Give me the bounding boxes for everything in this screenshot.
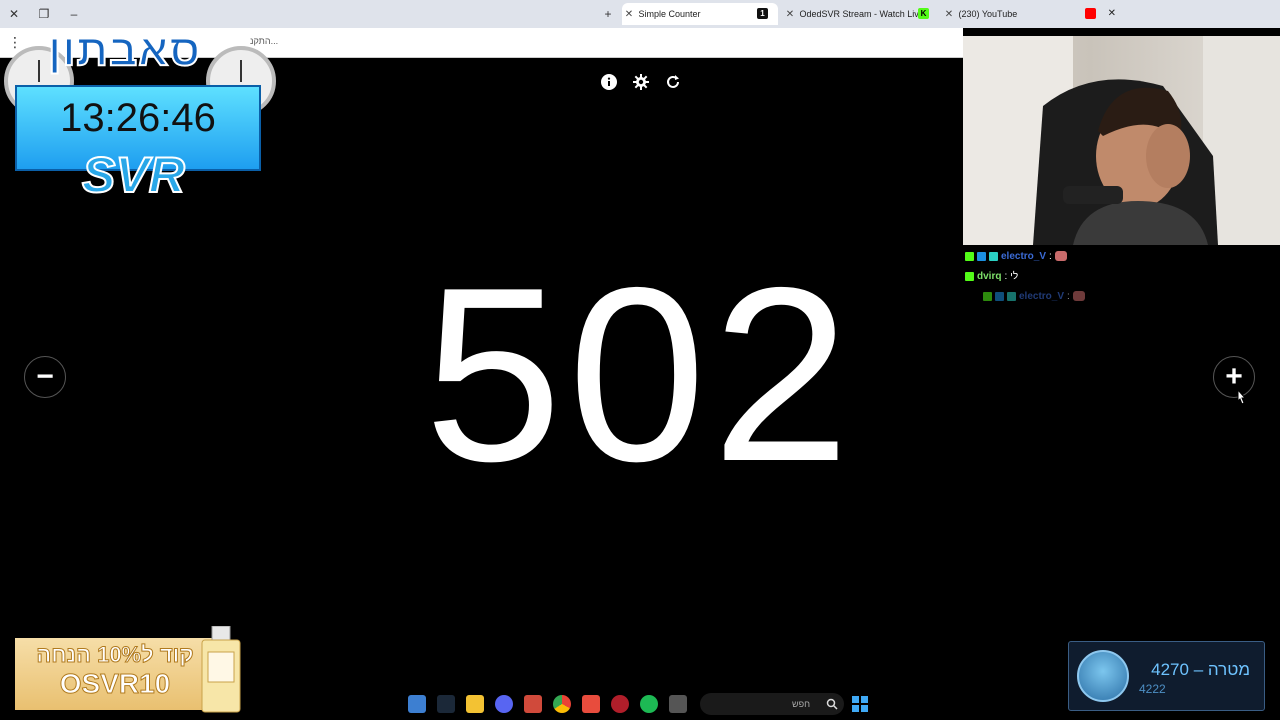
counter-value: 502 bbox=[424, 235, 856, 513]
close-tab-icon[interactable]: ✕ bbox=[1108, 3, 1116, 25]
windows-start-icon[interactable] bbox=[852, 696, 868, 717]
subathon-logo: סאבתון bbox=[47, 25, 202, 76]
minimize-window-icon[interactable]: – bbox=[66, 6, 82, 22]
close-tab-icon[interactable]: ✕ bbox=[783, 4, 797, 25]
app-icon[interactable] bbox=[524, 695, 542, 713]
promo-code: OSVR10 bbox=[59, 668, 171, 700]
obs-app-icon[interactable] bbox=[582, 695, 600, 713]
goal-current: 4222 bbox=[1139, 682, 1166, 696]
tab-simple-counter[interactable]: ✕ Simple Counter 1 bbox=[622, 3, 778, 25]
photos-app-icon[interactable] bbox=[408, 695, 426, 713]
info-icon[interactable] bbox=[600, 73, 618, 91]
new-tab-button[interactable]: + bbox=[600, 6, 616, 22]
taskbar bbox=[408, 692, 687, 716]
subathon-timer: 13:26:46 bbox=[60, 96, 216, 140]
webcam-feed bbox=[963, 36, 1280, 245]
kick-badge-icon bbox=[965, 271, 974, 281]
close-tab-icon[interactable]: ✕ bbox=[622, 4, 636, 25]
perfume-bottle-icon bbox=[198, 625, 244, 714]
chat-separator: : bbox=[1067, 290, 1070, 302]
restore-window-icon[interactable]: ❐ bbox=[36, 6, 52, 22]
promo-discount-text: קוד ל10% הנחה bbox=[36, 642, 194, 668]
install-hint[interactable]: התקנ... bbox=[250, 36, 278, 46]
minus-icon: − bbox=[36, 360, 54, 393]
emote-icon bbox=[1054, 251, 1067, 261]
mouse-cursor-icon bbox=[1235, 388, 1247, 411]
kick-favicon-icon: K bbox=[918, 8, 929, 19]
search-icon bbox=[826, 697, 838, 715]
tab-youtube[interactable]: ✕ (230) YouTube ✕ bbox=[942, 3, 1122, 25]
chat-separator: : bbox=[1004, 270, 1008, 282]
kick-badge-icon bbox=[965, 251, 974, 261]
tab-title: (230) YouTube bbox=[958, 9, 1018, 19]
chat-message: electro_V : bbox=[965, 246, 1265, 266]
chat-username[interactable]: dvirq bbox=[977, 271, 1001, 282]
avatar bbox=[1077, 650, 1129, 702]
chat-username[interactable]: electro_V bbox=[1019, 291, 1064, 302]
chat-panel: electro_V : dvirq : לי electro_V : bbox=[965, 246, 1265, 306]
svr-brand: SVR bbox=[81, 146, 186, 204]
emote-icon bbox=[1072, 291, 1085, 301]
chat-separator: : bbox=[1049, 250, 1052, 262]
kick-badge-icon bbox=[983, 291, 992, 301]
steam-app-icon[interactable] bbox=[437, 695, 455, 713]
close-window-icon[interactable]: ✕ bbox=[6, 6, 22, 22]
chrome-app-icon[interactable] bbox=[553, 695, 571, 713]
counter-toolbar bbox=[600, 73, 682, 91]
menu-dots-icon[interactable]: ⋮ bbox=[8, 34, 22, 51]
gear-icon[interactable] bbox=[632, 73, 650, 91]
tab-odedsvr-stream[interactable]: ✕ OdedSVR Stream - Watch Live K bbox=[783, 3, 939, 25]
taskbar-search[interactable]: חפש bbox=[700, 693, 844, 715]
tab-title: OdedSVR Stream - Watch Live bbox=[799, 9, 924, 19]
close-tab-icon[interactable]: ✕ bbox=[942, 4, 956, 25]
chat-username[interactable]: electro_V bbox=[1001, 251, 1046, 262]
window-app-icon[interactable] bbox=[669, 695, 687, 713]
browser-tab-strip: ✕ ❐ – + ✕ Simple Counter 1 ✕ OdedSVR Str… bbox=[0, 0, 1280, 28]
goal-label: מטרה – 4270 bbox=[1151, 660, 1250, 679]
decrement-button[interactable]: − bbox=[24, 356, 66, 398]
chat-message: dvirq : לי bbox=[965, 266, 1265, 286]
vip-badge-icon bbox=[1007, 291, 1016, 301]
youtube-favicon-icon bbox=[1085, 8, 1096, 19]
vip-badge-icon bbox=[989, 251, 998, 261]
refresh-icon[interactable] bbox=[664, 73, 682, 91]
discord-app-icon[interactable] bbox=[495, 695, 513, 713]
record-app-icon[interactable] bbox=[611, 695, 629, 713]
tab-title: Simple Counter bbox=[638, 9, 701, 19]
chat-text: לי bbox=[1010, 270, 1019, 282]
increment-button[interactable]: + bbox=[1213, 356, 1255, 398]
spotify-app-icon[interactable] bbox=[640, 695, 658, 713]
chat-message: electro_V : bbox=[965, 286, 1265, 306]
sub-badge-icon bbox=[995, 291, 1004, 301]
goal-widget: מטרה – 4270 4222 bbox=[1068, 641, 1265, 711]
plus-icon: + bbox=[1225, 360, 1243, 393]
counter-favicon-icon: 1 bbox=[757, 8, 768, 19]
file-explorer-icon[interactable] bbox=[466, 695, 484, 713]
sub-badge-icon bbox=[977, 251, 986, 261]
